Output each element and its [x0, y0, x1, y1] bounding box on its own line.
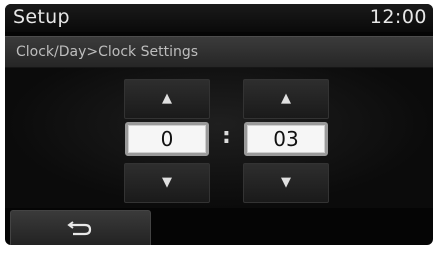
time-separator: :	[222, 124, 231, 149]
breadcrumb-bar: Clock/Day>Clock Settings	[5, 36, 433, 68]
up-arrow-icon: ▲	[281, 91, 291, 106]
status-clock: 12:00	[369, 6, 427, 28]
down-arrow-icon: ▼	[281, 175, 291, 190]
minute-up-button[interactable]: ▲	[243, 79, 329, 119]
minute-down-button[interactable]: ▼	[243, 163, 329, 203]
hour-value-field[interactable]: 0	[125, 122, 209, 156]
hour-down-button[interactable]: ▼	[124, 163, 210, 203]
setup-screen: Setup 12:00 Clock/Day>Clock Settings ▲ 0…	[5, 4, 433, 245]
hour-up-button[interactable]: ▲	[124, 79, 210, 119]
breadcrumb: Clock/Day>Clock Settings	[16, 44, 199, 60]
up-arrow-icon: ▲	[162, 91, 172, 106]
minute-value-field[interactable]: 03	[244, 122, 328, 156]
back-button[interactable]	[10, 210, 151, 245]
back-arrow-icon	[67, 221, 92, 236]
down-arrow-icon: ▼	[162, 175, 172, 190]
time-setting-panel	[5, 68, 433, 208]
page-title: Setup	[13, 6, 70, 28]
header-bar: Setup 12:00	[5, 4, 433, 32]
